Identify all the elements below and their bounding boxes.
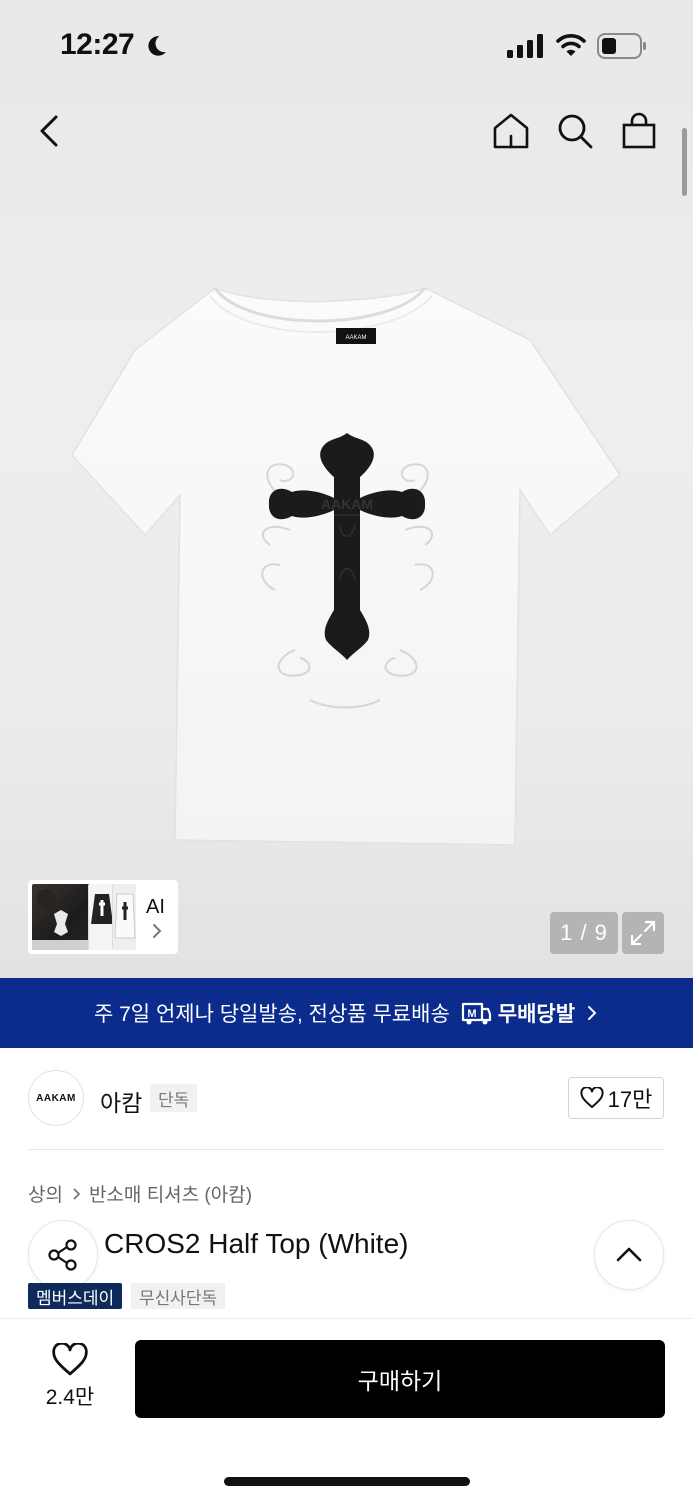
expand-button[interactable] — [622, 912, 664, 954]
share-icon — [48, 1239, 77, 1271]
search-icon — [558, 114, 593, 149]
delivery-banner[interactable]: 주 7일 언제나 당일발송, 전상품 무료배송 M 무배당발 — [0, 978, 693, 1048]
image-counter: 1 / 9 — [550, 912, 618, 954]
breadcrumb-level2[interactable]: 반소매 티셔츠 (아캄) — [89, 1180, 252, 1207]
cross-text: AAKAM — [321, 496, 373, 512]
product-image[interactable]: AAKAM AAKAM — [60, 280, 630, 850]
thumbnail-shirt-white — [112, 884, 136, 950]
svg-text:M: M — [467, 1008, 476, 1020]
breadcrumb: 상의 반소매 티셔츠 (아캄) — [28, 1180, 252, 1207]
cart-button[interactable] — [614, 106, 664, 156]
heart-icon — [52, 1343, 88, 1376]
brand-like-button[interactable]: 17만 — [568, 1077, 664, 1119]
wifi-icon — [556, 34, 586, 56]
wishlist-button[interactable]: 2.4만 — [30, 1343, 110, 1413]
shopping-bag-icon — [622, 112, 656, 149]
search-button[interactable] — [550, 106, 600, 156]
expand-icon — [630, 920, 656, 946]
status-time: 12:27 — [60, 28, 135, 61]
thumbnail-model-photo — [32, 884, 90, 950]
chevron-left-icon — [40, 115, 58, 147]
brand-logo-text: AAKAM — [36, 1092, 76, 1104]
wishlist-count: 2.4만 — [45, 1386, 95, 1409]
bottom-action-bar: 2.4만 구매하기 — [0, 1318, 693, 1500]
home-icon — [493, 113, 529, 149]
brand-name[interactable]: 아캄 — [100, 1084, 142, 1118]
home-button[interactable] — [486, 106, 536, 156]
share-button[interactable] — [28, 1220, 98, 1290]
banner-brand: M 무배당발 — [460, 998, 575, 1028]
thumbnail-shirt-black — [88, 884, 114, 950]
status-bar: 12:27 — [0, 0, 693, 90]
badge-members-day: 멤버스데이 — [28, 1283, 123, 1309]
divider — [28, 1149, 665, 1150]
product-gallery[interactable]: AAKAM AAKAM AI 1 / 9 — [0, 90, 693, 978]
chevron-right-icon — [588, 1006, 597, 1020]
moon-icon — [148, 36, 166, 56]
brand-logo[interactable]: AAKAM — [28, 1070, 84, 1126]
cellular-signal-icon — [507, 34, 543, 58]
ai-fitting-thumbnails[interactable]: AI — [28, 880, 178, 954]
back-button[interactable] — [24, 106, 74, 156]
home-indicator — [224, 1477, 470, 1486]
ai-label: AI — [146, 896, 165, 918]
battery-icon — [597, 33, 646, 59]
scroll-to-top-button[interactable] — [594, 1220, 664, 1290]
heart-icon — [580, 1087, 604, 1108]
neck-label-text: AAKAM — [345, 335, 366, 341]
delivery-truck-icon: M — [461, 1002, 491, 1025]
chevron-right-icon — [73, 1187, 81, 1200]
badge-musinsa-exclusive: 무신사단독 — [131, 1283, 226, 1309]
banner-brand-text: 무배당발 — [497, 1003, 576, 1026]
product-title-text: CROS2 Half Top (White) — [104, 1228, 409, 1259]
scroll-indicator — [682, 128, 687, 196]
buy-button[interactable]: 구매하기 — [135, 1340, 665, 1418]
brand-exclusive-tag: 단독 — [150, 1084, 198, 1112]
chevron-right-icon — [153, 924, 162, 938]
breadcrumb-level1[interactable]: 상의 — [28, 1180, 63, 1207]
chevron-up-icon — [616, 1247, 642, 1262]
brand-like-count: 17만 — [607, 1087, 653, 1112]
banner-text: 주 7일 언제나 당일발송, 전상품 무료배송 — [93, 1003, 450, 1026]
